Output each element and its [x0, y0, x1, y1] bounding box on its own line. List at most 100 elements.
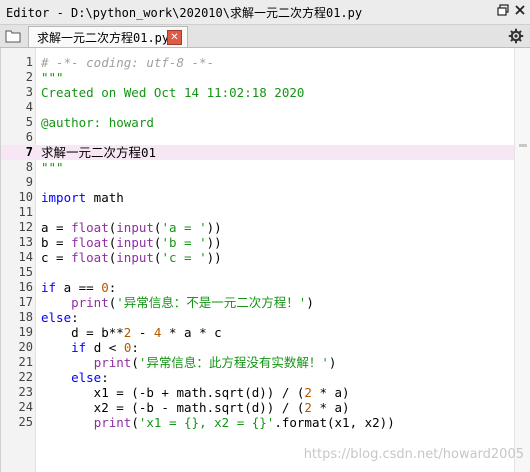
code-token: input: [116, 250, 154, 265]
code-line[interactable]: 18 else:: [1, 310, 515, 325]
code-token: d <: [86, 340, 124, 355]
code-token: )): [206, 220, 222, 235]
code-token: ): [306, 295, 314, 310]
code-line[interactable]: 20 if d < 0:: [1, 340, 515, 355]
gear-icon[interactable]: [508, 28, 524, 44]
line-number: 20: [18, 340, 33, 354]
code-line[interactable]: 22 else:: [1, 370, 515, 385]
code-token: (: [131, 355, 139, 370]
undock-icon[interactable]: [496, 4, 510, 18]
code-text: x2 = (-b - math.sqrt(d)) / (2 * a): [41, 400, 350, 415]
code-token: '异常信息：此方程没有实数解！': [138, 355, 329, 370]
code-line[interactable]: 9: [1, 175, 515, 190]
line-number: 8: [25, 160, 33, 174]
line-number: 10: [18, 190, 33, 204]
code-text: c = float(input('c = ')): [41, 250, 222, 265]
code-line[interactable]: 16 if a == 0:: [1, 280, 515, 295]
code-line[interactable]: 25 print('x1 = {}, x2 = {}'.format(x1, x…: [1, 415, 515, 430]
line-number: 16: [18, 280, 33, 294]
code-token: 'b = ': [161, 235, 207, 250]
tab-file[interactable]: 求解一元二次方程01.py ✕: [28, 26, 188, 47]
line-number: 4: [25, 100, 33, 114]
code-line[interactable]: 7 求解一元二次方程01: [1, 145, 515, 160]
code-token: float: [71, 235, 109, 250]
code-line[interactable]: 23 x1 = (-b + math.sqrt(d)) / (2 * a): [1, 385, 515, 400]
code-text: """: [41, 160, 64, 175]
code-text: Created on Wed Oct 14 11:02:18 2020: [41, 85, 304, 100]
scroll-marker-strip[interactable]: [514, 48, 530, 472]
code-token: b =: [41, 235, 72, 250]
line-number: 6: [25, 130, 33, 144]
code-token: if: [41, 280, 57, 295]
code-token: (: [131, 415, 139, 430]
line-number: 1: [25, 55, 33, 69]
code-token: a ==: [56, 280, 102, 295]
line-number: 17: [18, 295, 33, 309]
code-line[interactable]: 6: [1, 130, 515, 145]
code-line[interactable]: 3 Created on Wed Oct 14 11:02:18 2020: [1, 85, 515, 100]
code-token: * a): [311, 385, 350, 400]
code-text: a = float(input('a = ')): [41, 220, 222, 235]
code-token: * a): [311, 400, 350, 415]
current-line-marker: [519, 144, 527, 147]
code-token: 2: [304, 400, 312, 415]
line-number: 14: [18, 250, 33, 264]
code-text: # -*- coding: utf-8 -*-: [41, 55, 214, 70]
code-text: b = float(input('b = ')): [41, 235, 222, 250]
browse-tabs-icon[interactable]: [4, 28, 22, 44]
code-token: .format(x1, x2)): [274, 415, 395, 430]
code-token: d = b**: [41, 325, 124, 340]
tab-close-icon[interactable]: ✕: [167, 30, 182, 45]
code-text: print('异常信息：此方程没有实数解！'): [41, 355, 337, 370]
tab-file-label: 求解一元二次方程01.py: [37, 31, 170, 45]
code-line[interactable]: 15: [1, 265, 515, 280]
code-text: print('异常信息：不是一元二次方程！'): [41, 295, 314, 310]
code-token: :: [108, 280, 117, 295]
tab-bar: 求解一元二次方程01.py ✕: [0, 25, 530, 48]
code-token: """: [41, 70, 64, 85]
code-line[interactable]: 10 import math: [1, 190, 515, 205]
code-token: 2: [304, 385, 312, 400]
code-token: x1 = (-b + math.sqrt(d)) / (: [41, 385, 305, 400]
code-line[interactable]: 4: [1, 100, 515, 115]
line-number: 21: [18, 355, 33, 369]
code-token: * a * c: [161, 325, 222, 340]
line-number: 12: [18, 220, 33, 234]
code-line[interactable]: 14 c = float(input('c = ')): [1, 250, 515, 265]
code-line[interactable]: 21 print('异常信息：此方程没有实数解！'): [1, 355, 515, 370]
code-token: '异常信息：不是一元二次方程！': [116, 295, 307, 310]
code-text: if d < 0:: [41, 340, 139, 355]
line-number: 7: [25, 145, 33, 159]
editor-titlebar: Editor - D:\python_work\202010\求解一元二次方程0…: [0, 0, 530, 25]
code-token: :: [101, 370, 109, 385]
code-line[interactable]: 13 b = float(input('b = ')): [1, 235, 515, 250]
code-token: else: [41, 310, 72, 325]
code-text: x1 = (-b + math.sqrt(d)) / (2 * a): [41, 385, 350, 400]
code-line[interactable]: 17 print('异常信息：不是一元二次方程！'): [1, 295, 515, 310]
line-number: 22: [18, 370, 33, 384]
code-line[interactable]: 5 @author: howard: [1, 115, 515, 130]
code-text: if a == 0:: [41, 280, 116, 295]
code-line[interactable]: 8 """: [1, 160, 515, 175]
code-token: Created on Wed Oct 14 11:02:18 2020: [41, 85, 305, 100]
code-text: 求解一元二次方程01: [41, 145, 156, 160]
code-line[interactable]: 12 a = float(input('a = ')): [1, 220, 515, 235]
code-line[interactable]: 1 # -*- coding: utf-8 -*-: [1, 55, 515, 70]
code-editor[interactable]: 1 # -*- coding: utf-8 -*- 2 """ 3 Created on …: [0, 48, 530, 472]
watermark: https://blog.csdn.net/howard2005: [303, 447, 524, 462]
line-number: 13: [18, 235, 33, 249]
code-line[interactable]: 2 """: [1, 70, 515, 85]
code-token: :: [131, 340, 139, 355]
line-number: 18: [18, 310, 33, 324]
line-number: 11: [18, 205, 33, 219]
code-text: else:: [41, 370, 109, 385]
close-icon[interactable]: [513, 4, 527, 18]
code-line[interactable]: 19 d = b**2 - 4 * a * c: [1, 325, 515, 340]
code-line[interactable]: 11: [1, 205, 515, 220]
code-line[interactable]: 24 x2 = (-b - math.sqrt(d)) / (2 * a): [1, 400, 515, 415]
